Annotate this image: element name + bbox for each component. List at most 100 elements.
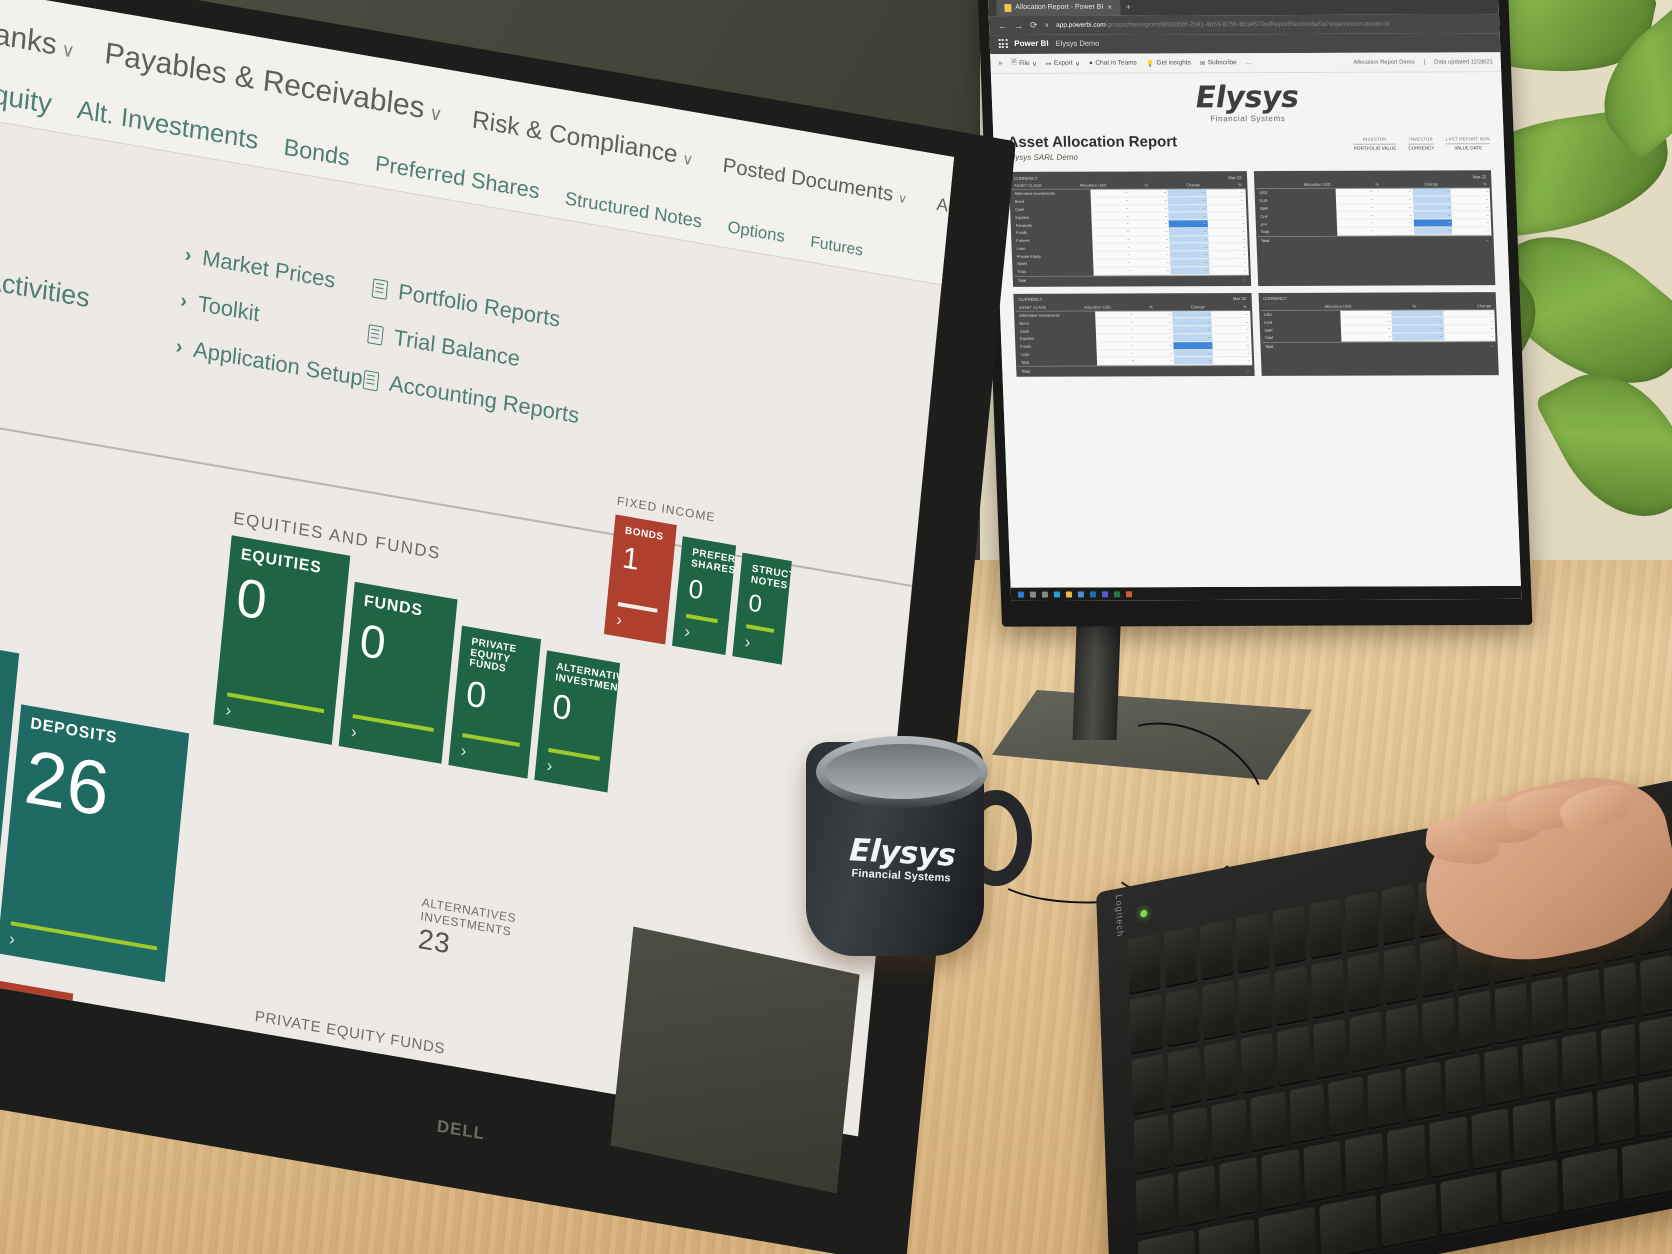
keyboard-key[interactable] [1600, 1022, 1637, 1085]
erp-nav-subitem[interactable]: Bonds [282, 134, 351, 172]
powerbi-brand[interactable]: Power BI [1014, 39, 1049, 48]
erp-menu-link[interactable]: ›Ledgers [0, 187, 166, 269]
matrix-row-label[interactable]: Total [1014, 267, 1094, 275]
matrix-column-header[interactable]: % [1149, 304, 1153, 309]
keyboard-key[interactable] [1129, 993, 1163, 1055]
keyboard-key[interactable] [1345, 1132, 1385, 1195]
excel-icon[interactable] [1113, 590, 1121, 597]
keyboard-key[interactable] [1240, 1032, 1274, 1095]
chevron-down-icon[interactable]: ∨ [1044, 22, 1050, 29]
kpi-tile[interactable]: STRUCTURED NOTES 0 › [732, 552, 792, 665]
keyboard-key[interactable] [1135, 1173, 1175, 1236]
keyboard-key[interactable] [1494, 983, 1529, 1045]
matrix-column-header[interactable]: Allocation USD [1079, 183, 1106, 188]
keyboard-key[interactable] [1522, 1038, 1559, 1100]
keyboard-key[interactable] [1531, 976, 1565, 1038]
keyboard-key[interactable] [1349, 1011, 1383, 1073]
keyboard-key[interactable] [1200, 919, 1234, 981]
kpi-tile[interactable]: PREFERRED SHARES 0 › [672, 536, 737, 655]
keyboard-key[interactable] [1471, 1108, 1510, 1171]
erp-nav-subitem[interactable]: Alt. Investments [76, 96, 260, 156]
chevron-right-icon[interactable]: › [350, 722, 357, 743]
keyboard-key[interactable] [1622, 1135, 1672, 1202]
keyboard-key[interactable] [1289, 1083, 1326, 1146]
keyboard-key[interactable] [1458, 990, 1492, 1052]
windows-taskbar[interactable] [1010, 585, 1522, 601]
chevron-right-icon[interactable]: › [225, 700, 232, 721]
report-matrix[interactable]: CURRENCY Mar-22 ASSET CLASS Allocation USD%… [1013, 292, 1255, 377]
keyboard-key[interactable] [1638, 1075, 1672, 1138]
matrix-column-header[interactable]: Change [1477, 303, 1491, 308]
forward-icon[interactable]: → [1014, 20, 1023, 30]
erp-nav-subitem[interactable]: Structured Notes [564, 187, 703, 233]
keyboard-key[interactable] [1367, 1068, 1404, 1131]
keyboard-key[interactable] [1165, 986, 1200, 1048]
matrix-column-header[interactable]: Change [1191, 304, 1205, 309]
keyboard-key[interactable] [1347, 951, 1381, 1013]
report-matrix[interactable]: Mar-22 Allocation USD% Change% USD EUR GBP CHF… [1253, 170, 1496, 286]
kpi-tile[interactable]: PRIVATE EQUITY FUNDS 0 › [448, 625, 542, 779]
erp-nav-subitem[interactable]: Preferred Shares [374, 150, 541, 204]
close-icon[interactable]: × [1107, 3, 1112, 12]
keyboard-key[interactable] [1127, 933, 1161, 995]
matrix-column-header[interactable]: Change [1186, 182, 1200, 187]
erp-nav-item[interactable]: Posted Documents ∨ [722, 155, 909, 210]
keyboard-key[interactable] [1131, 1053, 1165, 1116]
keyboard-key[interactable] [1236, 912, 1270, 974]
matrix-column-header[interactable]: Allocation USD [1304, 182, 1331, 187]
keyboard-key[interactable] [1133, 1113, 1170, 1176]
matrix-column-header[interactable]: % [1144, 182, 1148, 187]
chevron-right-icon[interactable]: › [460, 741, 467, 762]
matrix-row-label[interactable]: Total [1258, 228, 1338, 236]
keyboard-key[interactable] [1561, 1147, 1620, 1214]
keyboard-key[interactable] [1640, 955, 1672, 1017]
matrix-column-header[interactable]: Allocation USD [1084, 304, 1111, 309]
erp-nav-item[interactable]: Banks ∨ [0, 14, 77, 65]
matrix-column-header[interactable]: Change [1424, 181, 1438, 186]
keyboard-key[interactable] [1211, 1098, 1248, 1161]
matrix-column-header[interactable]: % [1375, 182, 1379, 187]
kpi-tile[interactable]: FUNDS 0 › [338, 581, 458, 764]
keyboard-key[interactable] [1554, 1091, 1594, 1155]
keyboard-key[interactable] [1219, 1156, 1259, 1220]
keyboard-key[interactable] [1163, 926, 1198, 988]
new-tab-icon[interactable]: + [1126, 3, 1131, 12]
matrix-column-header[interactable]: % [1238, 182, 1242, 187]
search-icon[interactable] [1029, 591, 1037, 598]
keyboard-key[interactable] [1311, 958, 1345, 1020]
keyboard-key[interactable] [1258, 1206, 1317, 1254]
keyboard-key[interactable] [1603, 962, 1638, 1024]
matrix-column-header[interactable]: % [1243, 304, 1247, 309]
keyboard-key[interactable] [1274, 965, 1309, 1027]
keyboard-key[interactable] [1383, 944, 1418, 1006]
keyboard-key[interactable] [1272, 905, 1306, 967]
url-input[interactable]: app.powerbi.com/groups/me/reports/8f3605… [1056, 20, 1491, 29]
keyboard-key[interactable] [1167, 1046, 1202, 1109]
chrome-icon[interactable] [1125, 590, 1133, 597]
report-matrix[interactable]: CURRENCY Allocation USD% Change USD EUR GBP To… [1257, 291, 1499, 376]
ribbon-subscribe-button[interactable]: ✉ Subscribe [1200, 59, 1237, 67]
keyboard-key[interactable] [1501, 1159, 1559, 1226]
start-icon[interactable] [1017, 591, 1025, 598]
kpi-tile[interactable]: EQUITIES 0 › [213, 535, 351, 745]
ribbon-file-button[interactable]: 🗎 File ∨ [1011, 58, 1037, 69]
keyboard-key[interactable] [1204, 1039, 1238, 1102]
erp-nav-subitem[interactable]: Options [727, 217, 786, 247]
keyboard-key[interactable] [1276, 1025, 1311, 1087]
keyboard-key[interactable] [1380, 1182, 1438, 1249]
matrix-row-label[interactable]: Total [1018, 358, 1098, 366]
keyboard-key[interactable] [1406, 1060, 1443, 1123]
expand-icon[interactable]: » [998, 60, 1002, 67]
edge-icon[interactable] [1053, 591, 1061, 598]
keyboard-key[interactable] [1345, 891, 1379, 953]
chevron-right-icon[interactable]: › [684, 622, 691, 643]
keyboard-key[interactable] [1440, 1171, 1499, 1237]
keyboard-key[interactable] [1172, 1106, 1209, 1168]
keyboard-key[interactable] [1567, 969, 1601, 1031]
keyboard-key[interactable] [1250, 1090, 1287, 1153]
teams-icon[interactable] [1101, 590, 1109, 597]
taskview-icon[interactable] [1041, 591, 1049, 598]
erp-nav-subitem[interactable]: Private Equity [0, 59, 53, 120]
report-matrix[interactable]: CURRENCY Mar-22 ASSET CLASS Allocation USD%… [1008, 171, 1251, 287]
erp-menu-link[interactable]: › Market Prices [184, 242, 374, 300]
